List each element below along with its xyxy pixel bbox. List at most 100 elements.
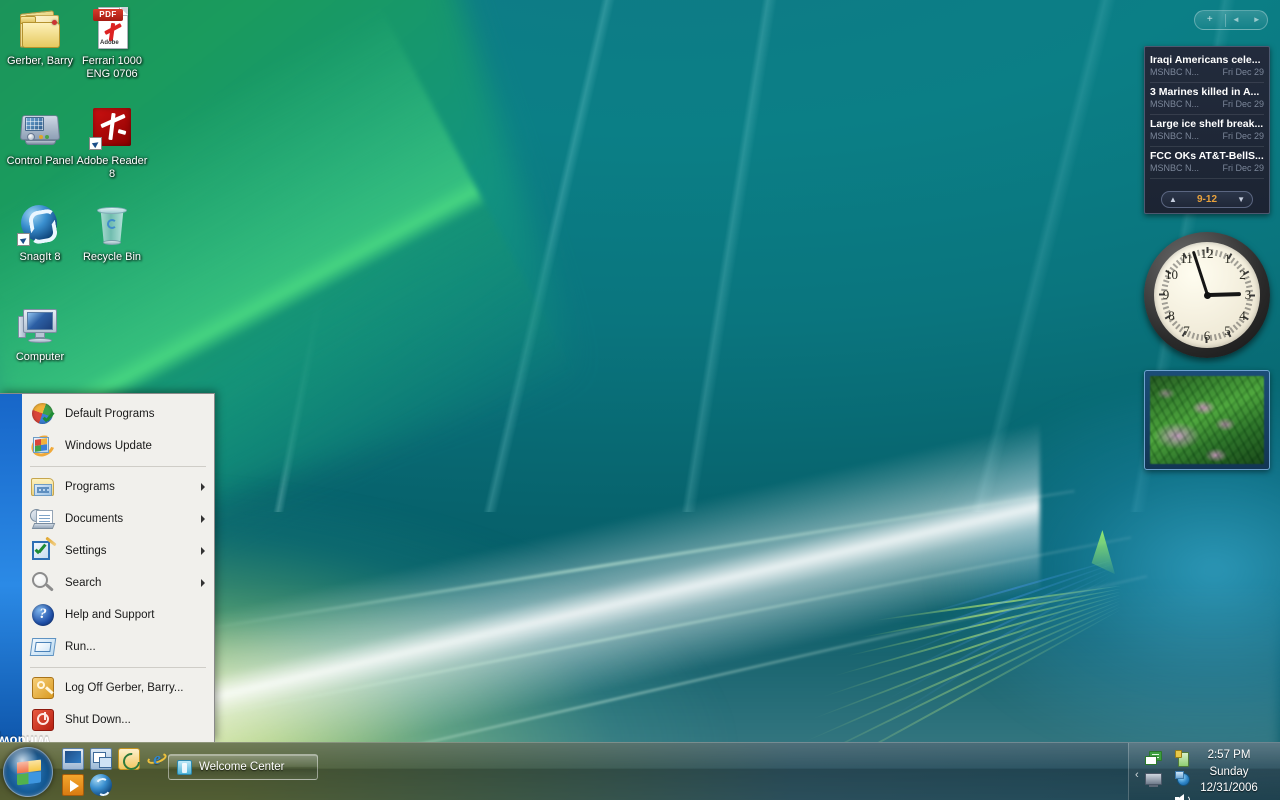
tray-expand-icon[interactable]: ‹ [1135,769,1139,781]
menu-item-documents[interactable]: Documents [22,503,214,535]
menu-item-windows-update[interactable]: Windows Update [22,430,214,462]
menu-item-label: Help and Support [65,609,208,621]
clock-numeral: 5 [1221,323,1235,339]
snagit-icon [16,200,64,248]
desktop-icon-snagit[interactable]: SnagIt 8 [0,200,80,264]
computer-icon [16,300,64,348]
feed-page-range: 9-12 [1197,194,1217,205]
tray-clock-time: 2:57 PM [1186,747,1272,764]
submenu-arrow-icon [201,579,205,587]
sidebar-nav-group[interactable]: ◄ ► [1226,11,1267,29]
network-monitor-icon[interactable] [1145,771,1162,788]
desktop-icon-label: Control Panel [0,155,80,168]
help-question-icon: ? [30,602,56,628]
feed-item[interactable]: Iraqi Americans cele... MSNBC N... Fri D… [1150,51,1264,83]
feed-item[interactable]: FCC OKs AT&T-BellS... MSNBC N... Fri Dec… [1150,147,1264,179]
menu-item-label: Settings [65,545,201,557]
desktop-icon-label: SnagIt 8 [0,251,80,264]
desktop-icon-label: Recycle Bin [72,251,152,264]
feed-item-meta: MSNBC N... Fri Dec 29 [1150,163,1264,174]
clock-numeral: 9 [1159,287,1173,303]
start-menu[interactable]: Windows Vista™ Default Programs Windows … [0,393,215,742]
show-desktop-icon[interactable] [62,748,84,770]
menu-item-programs[interactable]: Programs [22,471,214,503]
slideshow-gadget[interactable] [1144,370,1270,470]
feed-item-title[interactable]: Iraqi Americans cele... [1150,54,1264,66]
feed-item[interactable]: Large ice shelf break... MSNBC N... Fri … [1150,115,1264,147]
feed-pager[interactable]: ▲ 9-12 ▼ [1161,191,1253,208]
feed-item-date: Fri Dec 29 [1222,163,1264,174]
menu-separator [30,667,206,668]
desktop-icon-recycle-bin[interactable]: Recycle Bin [72,200,152,264]
menu-item-default-programs[interactable]: Default Programs [22,398,214,430]
clock-numeral: 12 [1200,246,1214,262]
clock-numeral: 7 [1180,323,1194,339]
sidebar-header-toolbar[interactable]: + ◄ ► [1194,10,1268,30]
tray-clock[interactable]: 2:57 PM Sunday 12/31/2006 [1186,747,1272,797]
tray-clock-date: 12/31/2006 [1186,780,1272,797]
menu-item-label: Run... [65,641,208,653]
feed-item-title[interactable]: FCC OKs AT&T-BellS... [1150,150,1264,162]
feed-item-title[interactable]: 3 Marines killed in A... [1150,86,1264,98]
clock-numeral: 1 [1221,251,1235,267]
prev-gadget-button[interactable]: ◄ [1226,11,1247,29]
feed-item-meta: MSNBC N... Fri Dec 29 [1150,131,1264,142]
desktop-icon-adobe-reader[interactable]: Adobe Reader 8 [72,104,152,181]
menu-item-label: Documents [65,513,201,525]
desktop-icon-computer[interactable]: Computer [0,300,80,364]
menu-item-label: Shut Down... [65,714,208,726]
quick-launch-bar: e [62,748,162,796]
desktop-icon-control-panel[interactable]: Control Panel [0,104,80,168]
submenu-arrow-icon [201,483,205,491]
feed-item-date: Fri Dec 29 [1222,99,1264,110]
desktop-icon-folder[interactable]: Gerber, Barry [0,4,80,68]
menu-separator [30,466,206,467]
feed-item-source: MSNBC N... [1150,163,1199,174]
desktop[interactable]: Gerber, Barry PDF Adobe Ferrari 1000 ENG… [0,0,1280,800]
taskbar: e Welcome Center ‹ 2:57 PM Sunday [0,742,1280,800]
feed-item[interactable]: 3 Marines killed in A... MSNBC N... Fri … [1150,83,1264,115]
switch-windows-icon[interactable] [90,748,112,770]
clock-numeral: 10 [1164,267,1178,283]
feed-item-source: MSNBC N... [1150,67,1199,78]
menu-item-shut-down[interactable]: Shut Down... [22,704,214,736]
folder-icon [16,4,64,52]
run-window-icon [30,634,56,660]
menu-item-settings[interactable]: Settings [22,535,214,567]
clock-numeral: 4 [1236,308,1250,324]
messenger-icon[interactable] [1145,751,1162,768]
windows-sidebar: + ◄ ► Iraqi Americans cele... MSNBC N...… [1135,0,1280,742]
system-tray: ‹ 2:57 PM Sunday 12/31/2006 [1128,743,1280,800]
adobe-reader-icon [88,104,136,152]
menu-item-label: Log Off Gerber, Barry... [65,682,208,694]
menu-item-search[interactable]: Search [22,567,214,599]
clock-gadget[interactable]: 121234567891011 [1144,232,1270,358]
slideshow-photo [1150,376,1264,464]
menu-item-log-off[interactable]: Log Off Gerber, Barry... [22,672,214,704]
clock-center-cap [1204,292,1211,299]
feed-item-title[interactable]: Large ice shelf break... [1150,118,1264,130]
welcome-center-icon [177,760,192,775]
default-programs-icon [30,401,56,427]
task-button-welcome-center[interactable]: Welcome Center [168,754,318,780]
feed-page-down-icon[interactable]: ▼ [1237,195,1245,204]
start-button[interactable] [3,747,53,797]
start-menu-items: Default Programs Windows Update Programs… [22,394,214,742]
recycle-bin-icon [88,200,136,248]
internet-explorer-icon[interactable]: e [146,748,168,770]
shortcut-overlay-icon [17,233,30,246]
desktop-icon-pdf[interactable]: PDF Adobe Ferrari 1000 ENG 0706 [72,4,152,81]
outlook-notification-icon[interactable] [118,748,140,770]
add-gadget-button[interactable]: + [1195,11,1225,29]
feed-page-up-icon[interactable]: ▲ [1169,195,1177,204]
next-gadget-button[interactable]: ► [1246,11,1267,29]
feed-item-meta: MSNBC N... Fri Dec 29 [1150,99,1264,110]
clock-numeral: 2 [1236,267,1250,283]
start-menu-brand-label: Windows Vista™ [0,730,11,737]
snagit-icon[interactable] [90,774,112,796]
menu-item-run[interactable]: Run... [22,631,214,663]
windows-media-player-icon[interactable] [62,774,84,796]
feed-headlines-gadget[interactable]: Iraqi Americans cele... MSNBC N... Fri D… [1144,46,1270,214]
menu-item-help-and-support[interactable]: ? Help and Support [22,599,214,631]
menu-item-label: Default Programs [65,408,208,420]
